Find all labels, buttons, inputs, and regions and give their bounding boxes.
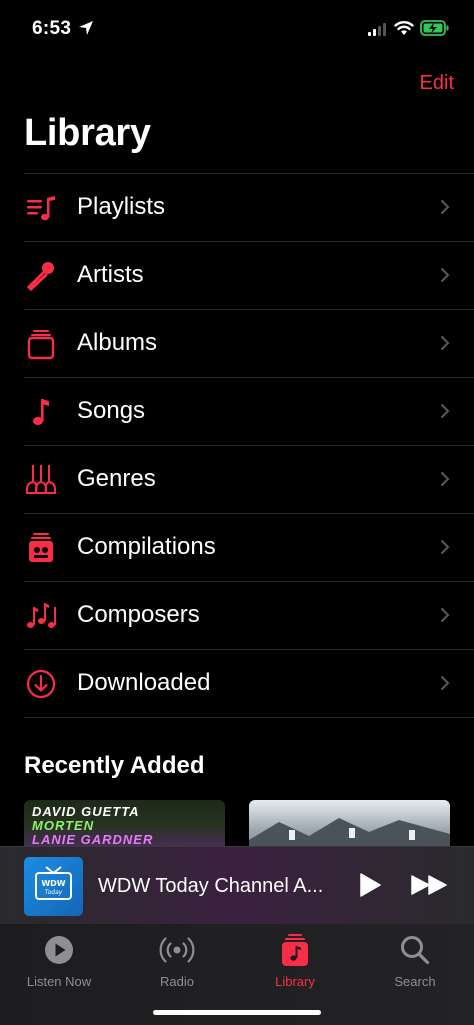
library-item-playlists[interactable]: Playlists xyxy=(0,173,474,241)
divider xyxy=(24,717,474,718)
location-arrow-icon xyxy=(79,21,93,35)
library-item-label: Playlists xyxy=(77,193,166,220)
library-item-label: Compilations xyxy=(77,533,216,560)
tab-label: Listen Now xyxy=(26,974,92,989)
artwork-text: DAVID GUETTA xyxy=(32,804,140,819)
artwork-text: MORTEN xyxy=(32,818,95,833)
battery-charging-icon xyxy=(420,20,449,36)
library-item-songs[interactable]: Songs xyxy=(0,377,474,445)
microphone-icon xyxy=(26,262,54,292)
wifi-icon xyxy=(394,21,414,35)
tab-label: Library xyxy=(275,974,315,989)
svg-text:Today: Today xyxy=(45,889,63,896)
divider xyxy=(24,241,474,242)
play-circle-icon xyxy=(45,936,73,964)
home-indicator xyxy=(153,1010,321,1015)
library-item-albums[interactable]: Albums xyxy=(0,309,474,377)
edit-button[interactable]: Edit xyxy=(420,72,454,95)
chevron-right-icon xyxy=(441,200,450,214)
library-music-icon xyxy=(282,934,308,966)
download-circle-icon xyxy=(26,669,56,699)
library-item-artists[interactable]: Artists xyxy=(0,241,474,309)
library-item-label: Genres xyxy=(77,465,156,492)
tv-logo-icon: WDW Today xyxy=(35,866,72,900)
tab-label: Search xyxy=(394,974,436,989)
playlist-icon xyxy=(27,196,55,221)
library-item-compilations[interactable]: Compilations xyxy=(0,513,474,581)
album-stack-icon xyxy=(27,330,55,360)
mini-player[interactable]: WDW Today WDW Today Channel A... xyxy=(0,846,474,925)
divider xyxy=(24,377,474,378)
now-playing-artwork: WDW Today xyxy=(24,857,83,916)
tab-listen-now[interactable]: Listen Now xyxy=(0,932,118,989)
recently-added-title: Recently Added xyxy=(24,752,205,779)
chevron-right-icon xyxy=(441,608,450,622)
search-icon xyxy=(401,936,430,965)
library-item-label: Albums xyxy=(77,329,158,356)
library-item-label: Artists xyxy=(77,261,144,288)
composer-notes-icon xyxy=(27,603,56,628)
fast-forward-icon[interactable] xyxy=(410,871,450,899)
tab-search[interactable]: Search xyxy=(356,932,474,989)
divider xyxy=(24,173,474,174)
status-time: 6:53 xyxy=(32,18,72,39)
divider xyxy=(24,649,474,650)
divider xyxy=(24,513,474,514)
library-item-genres[interactable]: Genres xyxy=(0,445,474,513)
cellular-signal-icon xyxy=(368,23,386,36)
library-list: Playlists Artists Albums Songs Genres Co… xyxy=(0,173,474,717)
guitars-icon xyxy=(25,465,57,494)
library-item-downloaded[interactable]: Downloaded xyxy=(0,649,474,717)
chevron-right-icon xyxy=(441,336,450,350)
divider xyxy=(24,309,474,310)
music-note-icon xyxy=(33,399,49,425)
radio-broadcast-icon xyxy=(159,937,195,963)
tab-library[interactable]: Library xyxy=(236,932,354,989)
library-item-label: Downloaded xyxy=(77,669,211,696)
library-item-label: Composers xyxy=(77,601,200,628)
artwork-text: LANIE GARDNER xyxy=(32,832,154,847)
compilation-icon xyxy=(29,533,53,562)
chevron-right-icon xyxy=(441,540,450,554)
play-icon[interactable] xyxy=(356,871,384,899)
page-title: Library xyxy=(24,112,151,154)
tab-label: Radio xyxy=(160,974,194,989)
library-item-composers[interactable]: Composers xyxy=(0,581,474,649)
tab-radio[interactable]: Radio xyxy=(118,932,236,989)
divider xyxy=(24,445,474,446)
chevron-right-icon xyxy=(441,404,450,418)
now-playing-title: WDW Today Channel A... xyxy=(98,875,324,897)
chevron-right-icon xyxy=(441,676,450,690)
status-bar: 6:53 xyxy=(0,0,474,60)
library-item-label: Songs xyxy=(77,397,146,424)
svg-text:WDW: WDW xyxy=(41,879,65,888)
chevron-right-icon xyxy=(441,472,450,486)
chevron-right-icon xyxy=(441,268,450,282)
divider xyxy=(24,581,474,582)
